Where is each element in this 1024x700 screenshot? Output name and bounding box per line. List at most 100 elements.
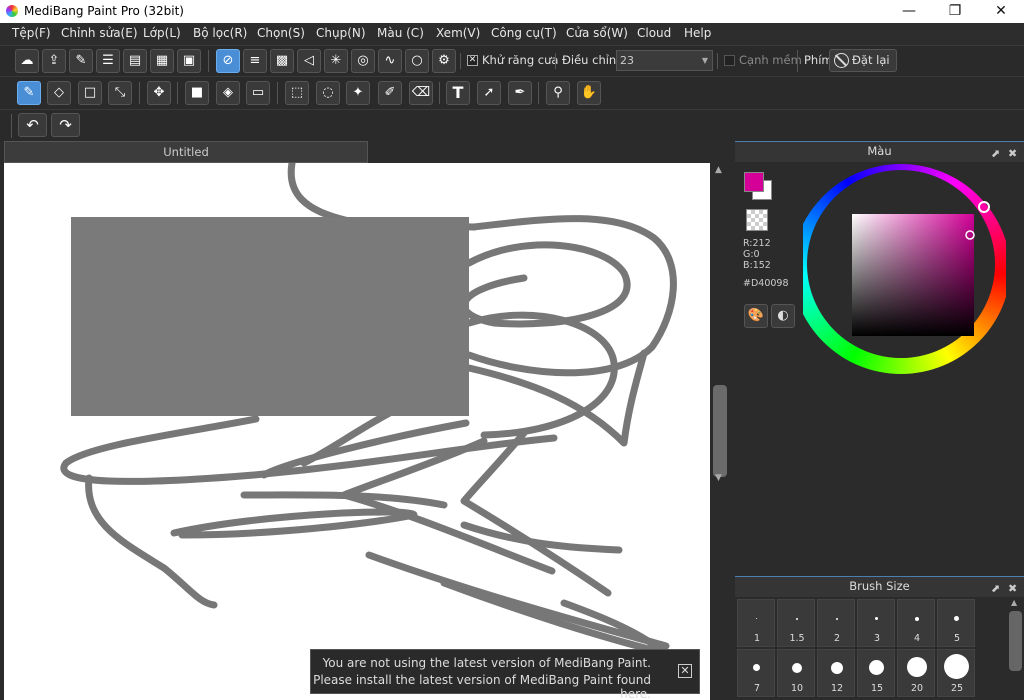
snap-settings-icon[interactable]: ⚙ — [432, 49, 456, 73]
menu-window[interactable]: Cửa sổ(W) — [566, 26, 628, 40]
menu-view[interactable]: Xem(V) — [436, 26, 480, 40]
brush-size-label: 3 — [873, 633, 881, 644]
popout-icon[interactable]: ⬈ — [991, 579, 1000, 598]
brush-size-grid: 1 1.5 2 3 4 5 7 10 12 15 20 25 — [735, 597, 1007, 700]
menu-edit[interactable]: Chỉnh sửa(E) — [61, 26, 138, 40]
smooth-edge-checkbox[interactable] — [724, 55, 735, 66]
brush-size-option[interactable]: 10 — [777, 649, 815, 697]
correction-value: 23 — [620, 54, 634, 67]
scroll-up-icon[interactable]: ▲ — [715, 165, 722, 175]
eraser-tool-icon[interactable]: ◇ — [47, 81, 71, 105]
curve-snap-icon[interactable]: ∿ — [378, 49, 402, 73]
close-icon[interactable]: ✖ — [1008, 144, 1017, 163]
circle-snap-icon[interactable]: ○ — [405, 49, 429, 73]
brush-size-option[interactable]: 25 — [937, 649, 975, 697]
brush-size-option[interactable]: 5 — [937, 599, 975, 647]
layout-icon[interactable]: ▣ — [177, 49, 201, 73]
brush-size-option[interactable]: 4 — [897, 599, 935, 647]
close-icon[interactable]: ✖ — [1008, 579, 1017, 598]
restore-button[interactable]: ❐ — [932, 0, 978, 23]
brush-size-title: Brush Size — [849, 579, 910, 593]
snap-off-icon[interactable]: ⊘ — [216, 49, 240, 73]
menu-snap[interactable]: Chụp(N) — [316, 26, 366, 40]
menu-tools[interactable]: Công cụ(T) — [491, 26, 557, 40]
scrollbar-thumb[interactable] — [1009, 611, 1022, 671]
grid-snap-icon[interactable]: ▩ — [270, 49, 294, 73]
fill-rect-tool-icon[interactable]: ■ — [185, 81, 209, 105]
brush-size-option[interactable]: 7 — [737, 649, 775, 697]
operation-tool-icon[interactable]: ➚ — [477, 81, 501, 105]
brush-size-option[interactable]: 1 — [737, 599, 775, 647]
dot-tool-icon[interactable]: □ — [78, 81, 102, 105]
notice-line-2[interactable]: Please install the latest version of Med… — [311, 673, 651, 700]
brush-stroke — [170, 508, 418, 539]
text-tool-icon[interactable]: T — [446, 81, 470, 105]
brush-size-option[interactable]: 2 — [817, 599, 855, 647]
brush-stroke — [460, 429, 612, 597]
antialias-checkbox[interactable]: ✕ — [467, 55, 478, 66]
gradient-tool-icon[interactable]: ▭ — [246, 81, 270, 105]
brush-stroke — [60, 415, 558, 485]
brush-size-option[interactable]: 20 — [897, 649, 935, 697]
menu-cloud[interactable]: Cloud — [637, 26, 671, 40]
menu-layer[interactable]: Lớp(L) — [143, 26, 181, 40]
cloud-save-icon[interactable]: ☁ — [15, 49, 39, 73]
move-tool-icon[interactable]: ✥ — [147, 81, 171, 105]
menu-help[interactable]: Help — [684, 26, 711, 40]
brush-size-option[interactable]: 1.5 — [777, 599, 815, 647]
minimize-button[interactable]: — — [886, 0, 932, 23]
redo-icon[interactable]: ↷ — [51, 113, 80, 137]
page-list-icon[interactable]: ▦ — [150, 49, 174, 73]
divide-tool-icon[interactable]: ✒ — [508, 81, 532, 105]
foreground-color-swatch[interactable] — [744, 172, 764, 192]
comment-icon[interactable]: ✎ — [69, 49, 93, 73]
parallel-snap-icon[interactable]: ≡ — [243, 49, 267, 73]
document-tab[interactable]: Untitled — [4, 141, 368, 163]
select-eraser-icon[interactable]: ⌫ — [409, 81, 433, 105]
brush-size-option[interactable]: 3 — [857, 599, 895, 647]
canvas-scrollbar[interactable]: ▲ ▼ — [711, 163, 729, 700]
page-icon[interactable]: ▤ — [123, 49, 147, 73]
notice-close-icon[interactable]: ✕ — [678, 664, 692, 678]
transparent-color-swatch[interactable] — [746, 209, 768, 231]
lasso-tool-icon[interactable]: ◌ — [316, 81, 340, 105]
brush-panel-scrollbar[interactable]: ▲ — [1007, 597, 1024, 700]
brush-size-label: 4 — [913, 633, 921, 644]
scrollbar-thumb[interactable] — [713, 385, 727, 477]
eyedropper-tool-icon[interactable]: ⚲ — [546, 81, 570, 105]
main-toolbar: ☁ ⇪ ✎ ☰ ▤ ▦ ▣ ⊘ ≡ ▩ ◁ ✳ ◎ ∿ ○ ⚙ ✕ Khử ră… — [0, 45, 1024, 76]
undo-icon[interactable]: ↶ — [18, 113, 47, 137]
menu-file[interactable]: Tệp(F) — [12, 26, 51, 40]
drawing-canvas[interactable] — [4, 163, 710, 700]
close-button[interactable]: ✕ — [978, 0, 1024, 23]
reset-button[interactable]: Đặt lại — [829, 49, 897, 72]
brush-size-option[interactable]: 12 — [817, 649, 855, 697]
menu-select[interactable]: Chọn(S) — [257, 26, 305, 40]
hand-tool-icon[interactable]: ✋ — [577, 81, 601, 105]
share-icon[interactable]: ⇪ — [42, 49, 66, 73]
brush-tool-icon[interactable]: ✎ — [17, 81, 41, 105]
gray-rectangle — [71, 217, 469, 416]
perspective-snap-icon[interactable]: ◁ — [297, 49, 321, 73]
color-wheel[interactable] — [791, 164, 1011, 384]
concentric-snap-icon[interactable]: ◎ — [351, 49, 375, 73]
update-notice[interactable]: You are not using the latest version of … — [310, 649, 700, 700]
brush-size-option[interactable]: 15 — [857, 649, 895, 697]
select-pen-tool-icon[interactable]: ⤡ — [108, 81, 132, 105]
palette-icon[interactable]: 🎨 — [744, 304, 768, 328]
magic-wand-tool-icon[interactable]: ✦ — [346, 81, 370, 105]
correction-select[interactable]: 23 ▼ — [616, 50, 713, 71]
radial-snap-icon[interactable]: ✳ — [324, 49, 348, 73]
scroll-up-icon[interactable]: ▲ — [1011, 598, 1017, 607]
bucket-tool-icon[interactable]: ◈ — [216, 81, 240, 105]
select-pen-icon[interactable]: ✐ — [378, 81, 402, 105]
message-icon[interactable]: ☰ — [96, 49, 120, 73]
menu-filter[interactable]: Bộ lọc(R) — [193, 26, 247, 40]
popout-icon[interactable]: ⬈ — [991, 144, 1000, 163]
brush-size-label: 1 — [753, 633, 761, 644]
scroll-down-icon[interactable]: ▼ — [715, 473, 722, 483]
menu-color[interactable]: Màu (C) — [377, 26, 424, 40]
color-history-icon[interactable]: ◐ — [771, 304, 795, 328]
rect-select-tool-icon[interactable]: ⬚ — [285, 81, 309, 105]
hex-value: #D40098 — [743, 278, 789, 289]
